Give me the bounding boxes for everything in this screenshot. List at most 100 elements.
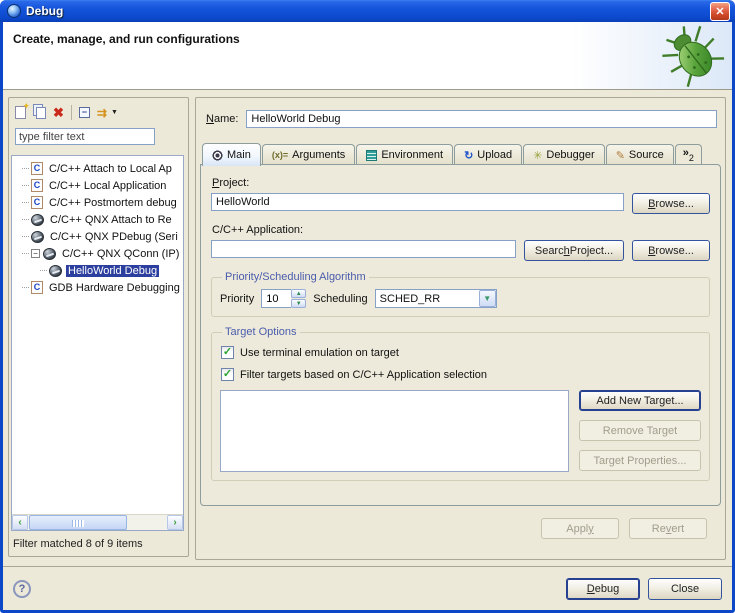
checkmark-icon: ✓ xyxy=(223,369,232,380)
c-application-icon: C xyxy=(31,196,43,209)
combo-dropdown-icon[interactable]: ▼ xyxy=(479,290,496,307)
duplicate-configuration-icon[interactable] xyxy=(36,107,46,119)
target-bullseye-icon xyxy=(212,150,223,161)
tab-overflow-chevron[interactable]: » 2 xyxy=(675,144,702,165)
remove-target-button: Remove Target xyxy=(579,420,701,441)
filter-icon[interactable]: ⇉ xyxy=(97,107,107,119)
target-options-title: Target Options xyxy=(222,326,300,338)
spin-up-icon[interactable]: ▲ xyxy=(291,289,306,298)
filter-targets-label: Filter targets based on C/C++ Applicatio… xyxy=(240,369,487,381)
scroll-right-icon[interactable]: › xyxy=(167,515,183,530)
filter-menu-chevron-icon[interactable]: ▼ xyxy=(111,109,118,116)
tab-bar: Main (x)= Arguments Environment Upload xyxy=(202,142,719,165)
tab-debugger[interactable]: Debugger xyxy=(523,144,605,165)
application-input[interactable] xyxy=(211,240,516,258)
dialog-content: Create, manage, and run configurations xyxy=(3,22,732,610)
tab-label: Arguments xyxy=(292,149,345,161)
source-pencil-icon xyxy=(616,149,625,162)
main-area: ✖ − ⇉ ▼ C C/C++ Attach to Local Ap C C/C… xyxy=(3,91,732,565)
tab-main[interactable]: Main xyxy=(202,143,261,166)
delete-configuration-icon[interactable]: ✖ xyxy=(53,106,64,119)
qnx-target-icon xyxy=(31,231,44,243)
title-bar[interactable]: Debug ✕ xyxy=(0,0,735,22)
overflow-count: 2 xyxy=(689,153,694,163)
terminal-emulation-checkbox[interactable]: ✓ xyxy=(221,346,234,359)
qnx-target-icon xyxy=(49,265,62,277)
button-bar: ? Debug Close xyxy=(3,566,732,610)
c-application-icon: C xyxy=(31,179,43,192)
tree-item-label: C/C++ QNX QConn (IP) xyxy=(60,248,181,260)
scheduling-select[interactable]: SCHED_RR ▼ xyxy=(375,289,497,308)
tab-source[interactable]: Source xyxy=(606,144,674,165)
tree-item-label: C/C++ QNX Attach to Re xyxy=(48,214,174,226)
horizontal-scrollbar[interactable]: ‹ › xyxy=(12,514,183,530)
add-new-target-button[interactable]: Add New Target... xyxy=(579,390,701,411)
browse-project-button[interactable]: Browse... xyxy=(632,193,710,214)
tree-item-selected[interactable]: HelloWorld Debug xyxy=(12,262,183,279)
collapse-expander-icon[interactable]: − xyxy=(31,249,40,258)
close-button[interactable]: Close xyxy=(648,578,722,600)
tab-upload[interactable]: Upload xyxy=(454,144,522,165)
header-banner: Create, manage, and run configurations xyxy=(3,22,732,90)
environment-table-icon xyxy=(366,150,377,161)
tree-item-label: HelloWorld Debug xyxy=(66,265,159,277)
help-icon[interactable]: ? xyxy=(13,580,31,598)
bug-image xyxy=(660,24,726,88)
name-input[interactable] xyxy=(246,110,717,128)
tree-item[interactable]: C C/C++ Local Application xyxy=(12,177,183,194)
configurations-panel: ✖ − ⇉ ▼ C C/C++ Attach to Local Ap C C/C… xyxy=(8,97,189,557)
filter-targets-checkbox[interactable]: ✓ xyxy=(221,368,234,381)
scroll-left-icon[interactable]: ‹ xyxy=(12,515,28,530)
tab-label: Source xyxy=(629,149,664,161)
name-label: Name: xyxy=(206,113,238,125)
debug-button[interactable]: Debug xyxy=(566,578,640,600)
tree-item-label: C/C++ Attach to Local Ap xyxy=(47,163,174,175)
tree-item[interactable]: − C/C++ QNX QConn (IP) xyxy=(12,245,183,262)
configuration-form-panel: Name: Main (x)= Arguments Environment xyxy=(195,97,726,560)
application-label: C/C++ Application: xyxy=(212,224,710,236)
tab-environment[interactable]: Environment xyxy=(356,144,453,165)
target-properties-button: Target Properties... xyxy=(579,450,701,471)
debug-dialog: Debug ✕ Create, manage, and run configur… xyxy=(0,0,735,613)
terminal-emulation-label: Use terminal emulation on target xyxy=(240,347,399,359)
tree-item[interactable]: C C/C++ Attach to Local Ap xyxy=(12,160,183,177)
project-label: Project: xyxy=(212,177,710,189)
priority-stepper[interactable] xyxy=(261,289,291,308)
tree-item-label: C/C++ QNX PDebug (Seri xyxy=(48,231,180,243)
tree-item-label: C/C++ Local Application xyxy=(47,180,168,192)
tab-label: Environment xyxy=(381,149,443,161)
tree-item[interactable]: C/C++ QNX Attach to Re xyxy=(12,211,183,228)
revert-button: Revert xyxy=(629,518,707,539)
c-application-icon: C xyxy=(31,281,43,294)
page-title: Create, manage, and run configurations xyxy=(13,32,240,46)
project-input[interactable] xyxy=(211,193,624,211)
priority-group-title: Priority/Scheduling Algorithm xyxy=(222,271,369,283)
tab-arguments[interactable]: (x)= Arguments xyxy=(262,144,355,165)
filter-input[interactable] xyxy=(15,128,155,145)
app-icon xyxy=(7,4,21,18)
tree-item[interactable]: C/C++ QNX PDebug (Seri xyxy=(12,228,183,245)
apply-button: Apply xyxy=(541,518,619,539)
search-project-button[interactable]: Search Project... xyxy=(524,240,624,261)
browse-application-button[interactable]: Browse... xyxy=(632,240,710,261)
checkmark-icon: ✓ xyxy=(223,347,232,358)
new-configuration-icon[interactable] xyxy=(15,106,26,119)
configurations-tree: C C/C++ Attach to Local Ap C C/C++ Local… xyxy=(11,155,184,531)
arguments-icon: (x)= xyxy=(272,150,288,160)
tab-label: Main xyxy=(227,149,251,161)
collapse-all-icon[interactable]: − xyxy=(79,107,90,118)
scheduling-value: SCHED_RR xyxy=(376,293,479,305)
tree-item-label: GDB Hardware Debugging xyxy=(47,282,182,294)
scheduling-label: Scheduling xyxy=(313,293,367,305)
tree-item[interactable]: C C/C++ Postmortem debug xyxy=(12,194,183,211)
window-title: Debug xyxy=(26,4,63,18)
tree-item[interactable]: C GDB Hardware Debugging xyxy=(12,279,183,296)
targets-list[interactable] xyxy=(220,390,569,472)
spin-down-icon[interactable]: ▼ xyxy=(291,299,306,308)
tab-label: Upload xyxy=(477,149,512,161)
scrollbar-thumb[interactable] xyxy=(29,515,127,530)
main-tab-content: Project: Browse... C/C++ Application: Se… xyxy=(200,164,721,506)
close-icon[interactable]: ✕ xyxy=(710,2,730,21)
debugger-bug-icon xyxy=(533,149,542,162)
config-toolbar: ✖ − ⇉ ▼ xyxy=(9,98,188,122)
